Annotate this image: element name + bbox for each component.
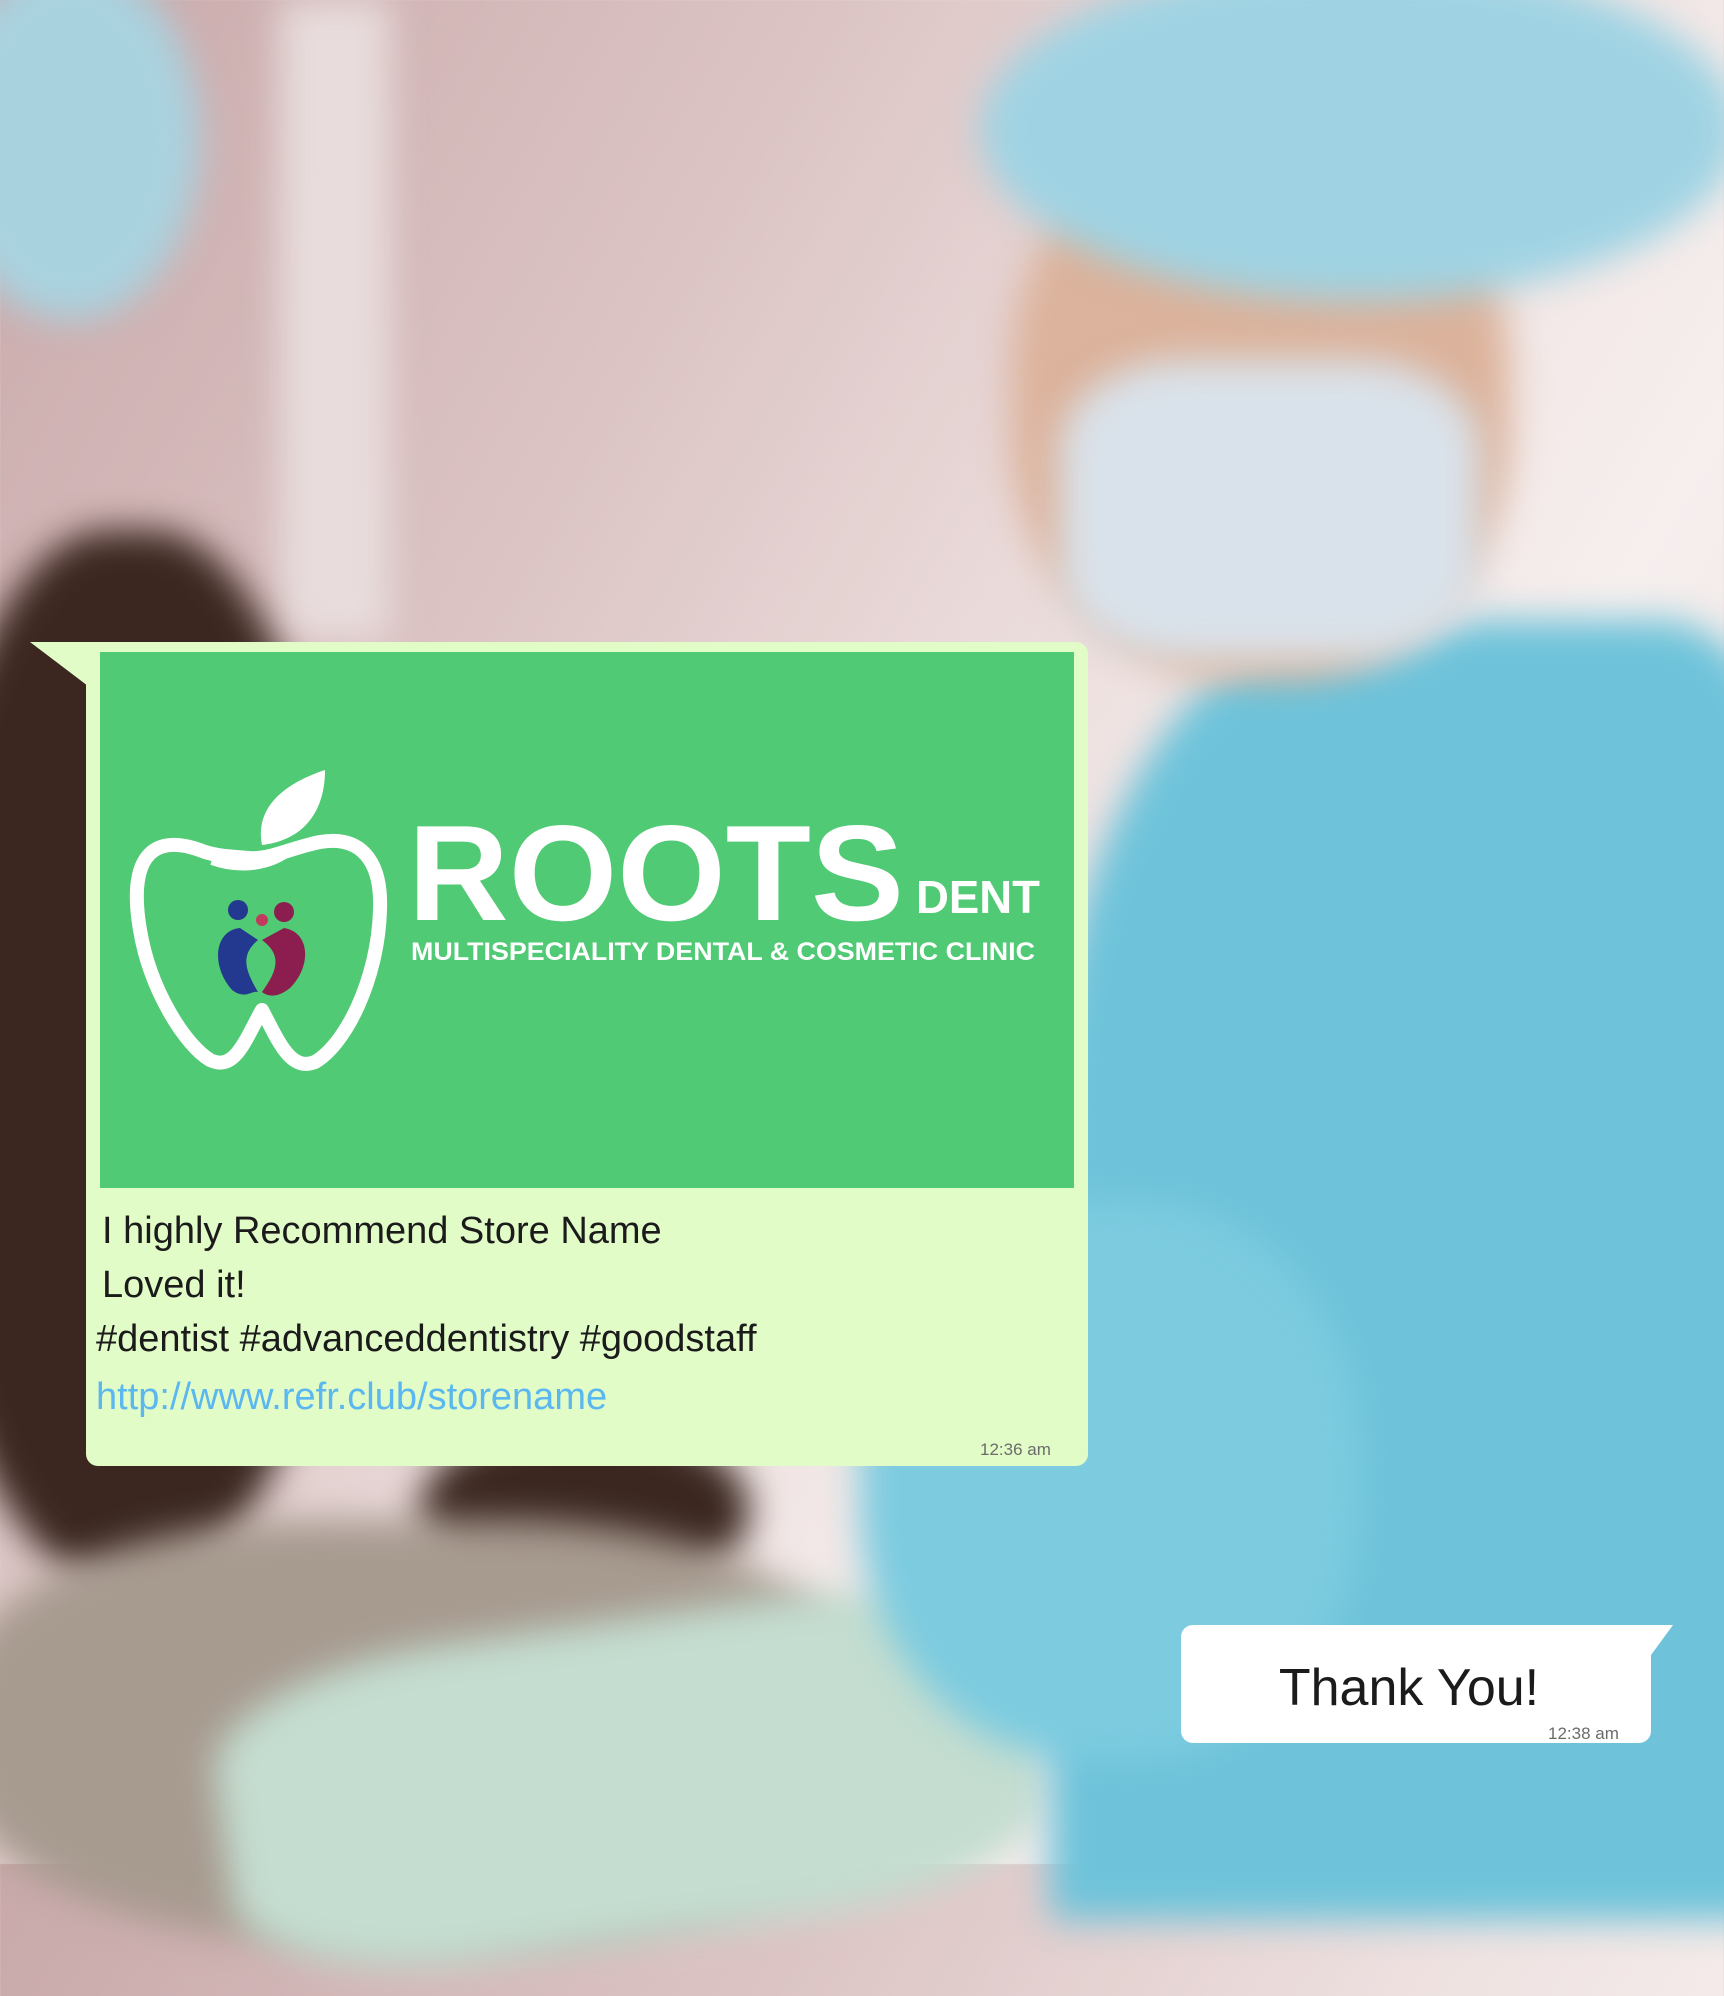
message-line-2: Loved it! [102, 1264, 246, 1306]
leaf-icon [260, 770, 325, 845]
logo-brand-text: ROOTS [408, 797, 904, 949]
incoming-timestamp: 12:36 am [980, 1440, 1051, 1459]
message-line-1: I highly Recommend Store Name [102, 1210, 662, 1252]
family-icon [218, 900, 306, 996]
message-hashtags: #dentist #advanceddentistry #goodstaff [96, 1318, 757, 1360]
outgoing-message-text: Thank You! [1278, 1659, 1540, 1717]
message-link[interactable]: http://www.refr.club/storename [96, 1376, 607, 1419]
outgoing-timestamp: 12:38 am [1548, 1724, 1619, 1743]
logo-suffix-text: DENT [916, 871, 1040, 923]
tooth-outline-icon [129, 833, 388, 1071]
logo-tagline-text: MULTISPECIALITY DENTAL & COSMETIC CLINIC [411, 938, 1035, 966]
outgoing-bubble-tail [1651, 1625, 1673, 1655]
roots-dent-logo: ROOTS DENT MULTISPECIALITY DENTAL & COSM… [129, 770, 1040, 1071]
